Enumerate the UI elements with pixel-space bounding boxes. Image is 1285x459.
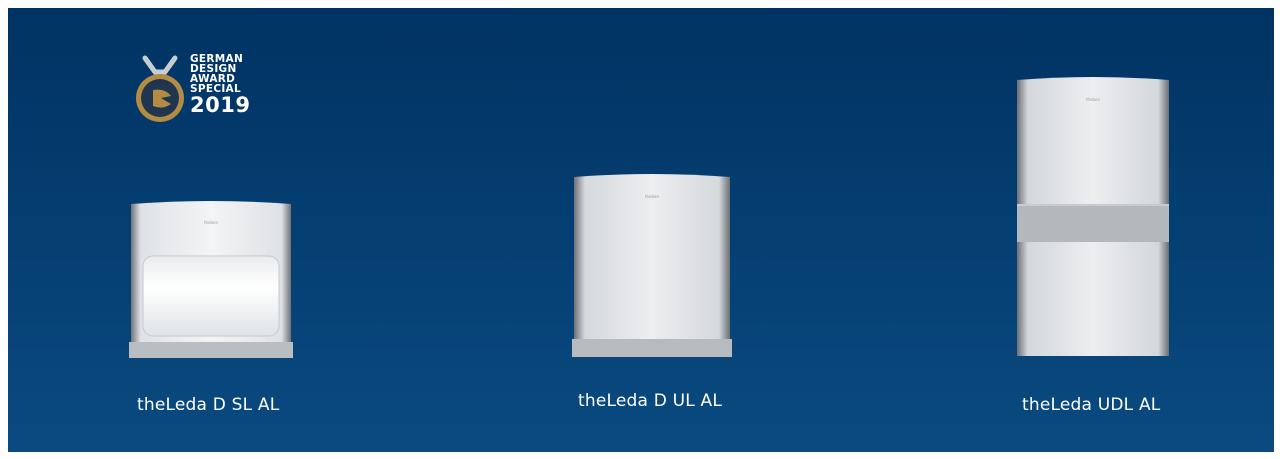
product-caption-theleda-udl-al: theLeda UDL AL (1022, 395, 1161, 415)
product-image-theleda-d-ul-al: theben (572, 173, 732, 357)
product-brand-label: theben (203, 220, 219, 225)
product-caption-theleda-d-ul-al: theLeda D UL AL (578, 391, 723, 411)
product-banner: GERMAN DESIGN AWARD SPECIAL 2019 theben … (8, 8, 1274, 452)
award-medal-icon (136, 55, 184, 122)
product-image-theleda-udl-al: theben (1015, 76, 1171, 356)
product-brand-label: theben (1085, 97, 1101, 102)
product-image-theleda-d-sl-al: theben (129, 200, 293, 358)
award-year: 2019 (190, 93, 251, 117)
product-caption-theleda-d-sl-al: theLeda D SL AL (137, 395, 280, 415)
german-design-award-badge: GERMAN DESIGN AWARD SPECIAL 2019 (135, 52, 255, 130)
product-brand-label: theben (644, 194, 660, 199)
